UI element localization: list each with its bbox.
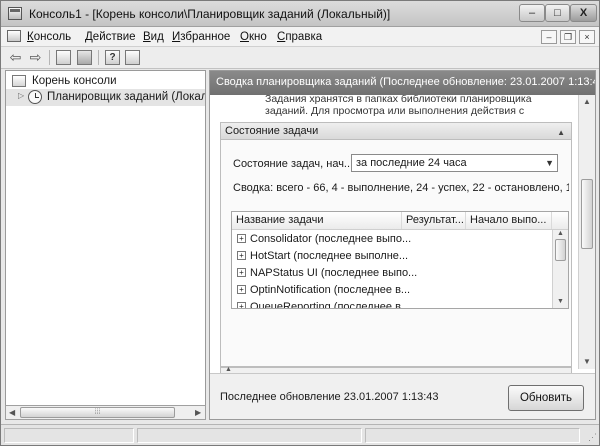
task-status-title: Состояние задачи <box>225 125 319 137</box>
folder-icon <box>12 75 26 87</box>
menu-window-hotkey: О <box>240 31 249 43</box>
chevron-down-icon[interactable]: ▼ <box>545 155 554 171</box>
collapse-icon[interactable]: ▲ <box>557 125 565 141</box>
table-vertical-scrollbar[interactable]: ▲ ▼ <box>552 230 568 308</box>
tree-item-task-scheduler[interactable]: ▷ Планировщик заданий (Локальный) <box>6 89 205 106</box>
toolbar-separator <box>98 50 99 65</box>
mdi-restore-button[interactable]: ❐ <box>560 30 576 44</box>
task-status-header[interactable]: Состояние задачи ▲ <box>221 123 571 140</box>
task-name: NAPStatus UI (последнее выпо... <box>250 267 418 279</box>
menu-bar: Консоль Действие Вид Избранное Окно Спра… <box>1 27 599 47</box>
menu-help[interactable]: Справка <box>277 31 322 43</box>
scroll-left-icon[interactable]: ◀ <box>9 408 15 417</box>
scrollbar-thumb[interactable] <box>555 239 566 261</box>
resize-grip-icon[interactable]: ⋰ <box>588 432 597 443</box>
task-name: QueueReporting (последнее в... <box>250 301 411 309</box>
close-button[interactable]: X <box>570 4 597 22</box>
status-period-select[interactable]: за последние 24 часа ▼ <box>351 154 558 172</box>
refresh-button[interactable]: Обновить <box>508 385 584 411</box>
mdi-minimize-button[interactable]: – <box>541 30 557 44</box>
status-period-label: Состояние задач, нач... <box>233 158 354 170</box>
tree-horizontal-scrollbar[interactable]: ◀ ⁞⁞⁞ ▶ <box>5 405 206 420</box>
expand-plus-icon[interactable]: + <box>237 302 246 308</box>
status-period-value: за последние 24 часа <box>356 157 467 169</box>
show-hide-tree-icon[interactable] <box>77 50 92 65</box>
task-name: HotStart (последнее выполне... <box>250 250 409 262</box>
last-update-text: Последнее обновление 23.01.2007 1:13:43 <box>220 391 439 403</box>
table-row[interactable]: + HotStart (последнее выполне... <box>232 248 552 265</box>
summary-vertical-scrollbar[interactable]: ▲ ▼ <box>578 95 595 369</box>
column-header-task-name[interactable]: Название задачи <box>232 212 402 229</box>
expand-plus-icon[interactable]: + <box>237 285 246 294</box>
toolbar: ⇦ ⇨ ? <box>1 47 599 69</box>
task-name: OptinNotification (последнее в... <box>250 284 411 296</box>
scrollbar-thumb[interactable] <box>581 179 593 249</box>
scroll-right-icon[interactable]: ▶ <box>195 408 201 417</box>
up-level-icon[interactable] <box>56 50 71 65</box>
menu-window-label: кно <box>248 31 267 43</box>
mmc-window: Консоль1 - [Корень консоли\Планировщик з… <box>0 0 600 446</box>
scroll-down-icon[interactable]: ▼ <box>557 298 564 305</box>
minimize-button[interactable]: – <box>519 4 545 22</box>
menu-view-label: ид <box>150 31 164 43</box>
menu-console-hotkey: К <box>27 31 34 43</box>
task-summary-counts: Сводка: всего - 66, 4 - выполнение, 24 -… <box>233 182 569 194</box>
column-header-result[interactable]: Результат... <box>402 212 466 229</box>
menu-favorites[interactable]: Избранное <box>172 31 230 43</box>
status-cell <box>365 428 580 443</box>
summary-content: Задания хранятся в папках библиотеки пла… <box>210 95 595 369</box>
table-row[interactable]: + NAPStatus UI (последнее выпо... <box>232 265 552 282</box>
document-icon[interactable] <box>7 30 21 42</box>
clock-icon <box>28 90 42 104</box>
menu-help-label: правка <box>285 31 323 43</box>
back-arrow-icon[interactable]: ⇦ <box>7 49 24 66</box>
task-status-section: Состояние задачи ▲ Состояние задач, нач.… <box>220 122 572 367</box>
menu-view[interactable]: Вид <box>143 31 164 43</box>
expand-plus-icon[interactable]: + <box>237 268 246 277</box>
menu-action[interactable]: Действие <box>85 31 136 43</box>
column-header-start-time[interactable]: Начало выпо... <box>466 212 552 229</box>
status-bar: ⋰ <box>1 424 599 445</box>
task-table: Название задачи Результат... Начало выпо… <box>231 211 569 309</box>
console-app-icon[interactable] <box>8 7 22 20</box>
status-cell <box>4 428 134 443</box>
chevron-up-icon: ▲ <box>225 366 232 373</box>
table-row[interactable]: + OptinNotification (последнее в... <box>232 282 552 299</box>
menu-console-label: онсоль <box>33 31 72 43</box>
window-title: Консоль1 - [Корень консоли\Планировщик з… <box>29 7 391 21</box>
table-row[interactable]: + Consolidator (последнее выпо... <box>232 231 552 248</box>
mdi-close-button[interactable]: × <box>579 30 595 44</box>
expand-plus-icon[interactable]: + <box>237 251 246 260</box>
help-icon[interactable]: ? <box>105 50 120 65</box>
menu-console[interactable]: Консоль <box>27 31 71 43</box>
table-header-row: Название задачи Результат... Начало выпо… <box>232 212 568 230</box>
forward-arrow-icon[interactable]: ⇨ <box>27 49 44 66</box>
tree-root-label: Корень консоли <box>32 75 117 87</box>
menu-action-label: ействие <box>92 31 136 43</box>
maximize-button[interactable]: □ <box>545 4 570 22</box>
table-row[interactable]: + QueueReporting (последнее в... <box>232 299 552 309</box>
tree-child-label: Планировщик заданий (Локальный) <box>47 91 205 103</box>
show-action-pane-icon[interactable] <box>125 50 140 65</box>
console-tree: Корень консоли ▷ Планировщик заданий (Ло… <box>5 70 206 420</box>
toolbar-separator <box>49 50 50 65</box>
expand-arrow-icon[interactable]: ▷ <box>18 91 24 100</box>
summary-footer: Последнее обновление 23.01.2007 1:13:43 … <box>210 373 595 419</box>
task-name: Consolidator (последнее выпо... <box>250 233 412 245</box>
menu-action-hotkey: Д <box>85 31 93 43</box>
scroll-up-icon[interactable]: ▲ <box>583 97 591 106</box>
scroll-up-icon[interactable]: ▲ <box>557 230 564 237</box>
title-bar[interactable]: Консоль1 - [Корень консоли\Планировщик з… <box>1 1 599 27</box>
scroll-down-icon[interactable]: ▼ <box>583 357 591 366</box>
summary-header: Сводка планировщика заданий (Последнее о… <box>210 71 595 95</box>
scrollbar-thumb[interactable]: ⁞⁞⁞ <box>20 407 175 418</box>
menu-window[interactable]: Окно <box>240 31 267 43</box>
results-pane: Сводка планировщика заданий (Последнее о… <box>209 70 596 420</box>
status-cell <box>137 428 362 443</box>
expand-plus-icon[interactable]: + <box>237 234 246 243</box>
summary-description: Задания хранятся в папках библиотеки пла… <box>265 95 532 117</box>
menu-favorites-label: збранное <box>180 31 231 43</box>
menu-view-hotkey: В <box>143 31 151 43</box>
